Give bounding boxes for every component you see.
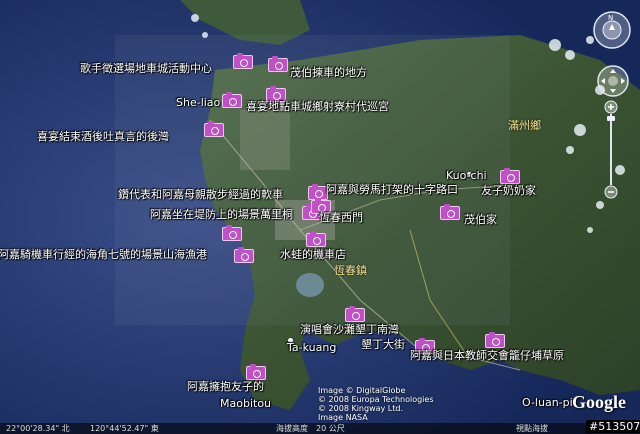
township-label: 恆春鎮 xyxy=(334,264,367,277)
marker-label[interactable]: 墾丁大街 xyxy=(361,339,405,351)
pan-control[interactable] xyxy=(596,64,630,98)
marker-label[interactable]: 喜宴地點車城鄉射寮村代巡宮 xyxy=(246,101,389,113)
place-label: She-liao xyxy=(176,96,221,109)
svg-text:N: N xyxy=(608,14,613,22)
satellite-map[interactable]: 歌手徵選場地車城活動中心 茂伯揀車的地方 喜宴地點車城鄉射寮村代巡宮 喜宴結束酒… xyxy=(0,0,640,434)
placemark-icon[interactable] xyxy=(222,225,242,241)
placemark-icon[interactable] xyxy=(306,231,326,247)
placemark-icon[interactable] xyxy=(246,364,266,380)
imagery-credits: Image © DigitalGlobe © 2008 Europa Techn… xyxy=(318,386,434,422)
place-label: Maobitou xyxy=(220,397,272,410)
place-label: O-luan-pi xyxy=(522,396,573,409)
place-label: Ta-kuang xyxy=(287,341,337,354)
marker-label[interactable]: 水蛙的機車店 xyxy=(280,249,346,261)
marker-label[interactable]: 阿嘉與勞馬打架的十字路口 xyxy=(326,184,458,196)
longitude-readout: 120°44'52.47" 東 xyxy=(90,424,159,433)
placemark-icon[interactable] xyxy=(222,92,242,108)
place-label: Kuo-chi xyxy=(446,169,487,182)
marker-label[interactable]: 歌手徵選場地車城活動中心 xyxy=(80,63,212,75)
google-logo: Google xyxy=(572,392,626,412)
compass-look-control[interactable]: N xyxy=(592,10,632,50)
status-bar: 22°00'28.34" 北 120°44'52.47" 東 海拔高度 20 公… xyxy=(0,423,640,434)
placemark-icon[interactable] xyxy=(233,53,253,69)
marker-label[interactable]: 演唱會沙灘墾丁南灣 xyxy=(300,324,399,336)
marker-label[interactable]: 阿嘉坐在堤防上的場景萬里桐 xyxy=(150,209,293,221)
marker-label[interactable]: 阿嘉擁抱友子的 xyxy=(187,381,264,393)
marker-label[interactable]: 茂伯揀車的地方 xyxy=(290,67,367,79)
township-label: 滿州鄉 xyxy=(508,119,541,132)
placemark-icon[interactable] xyxy=(234,247,254,263)
marker-label[interactable]: 友子奶奶家 xyxy=(481,185,536,197)
placemark-icon[interactable] xyxy=(500,168,520,184)
marker-label[interactable]: 阿嘉騎機車行經的海角七號的場景山海漁港 xyxy=(0,249,207,261)
marker-label[interactable]: 阿嘉與日本教師交會籠仔埔草原 xyxy=(410,350,564,362)
placemark-icon[interactable] xyxy=(440,204,460,220)
marker-label[interactable]: 恆春西門 xyxy=(319,212,363,224)
eye-altitude-readout: 視點海拔 xyxy=(516,424,548,433)
marker-label[interactable]: 喜宴結束酒後吐真言的後灣 xyxy=(37,131,169,143)
elevation-readout: 海拔高度 20 公尺 xyxy=(276,424,345,433)
placemark-icon[interactable] xyxy=(485,332,505,348)
placemark-icon[interactable] xyxy=(204,121,224,137)
marker-label[interactable]: 茂伯家 xyxy=(464,214,497,226)
image-id: #513507 xyxy=(586,420,640,433)
zoom-slider[interactable] xyxy=(603,100,619,200)
latitude-readout: 22°00'28.34" 北 xyxy=(6,424,70,433)
placemark-icon[interactable] xyxy=(345,306,365,322)
marker-label[interactable]: 鑽代表和阿嘉母親散步經過的軟車 xyxy=(118,189,283,201)
placemark-icon[interactable] xyxy=(268,56,288,72)
